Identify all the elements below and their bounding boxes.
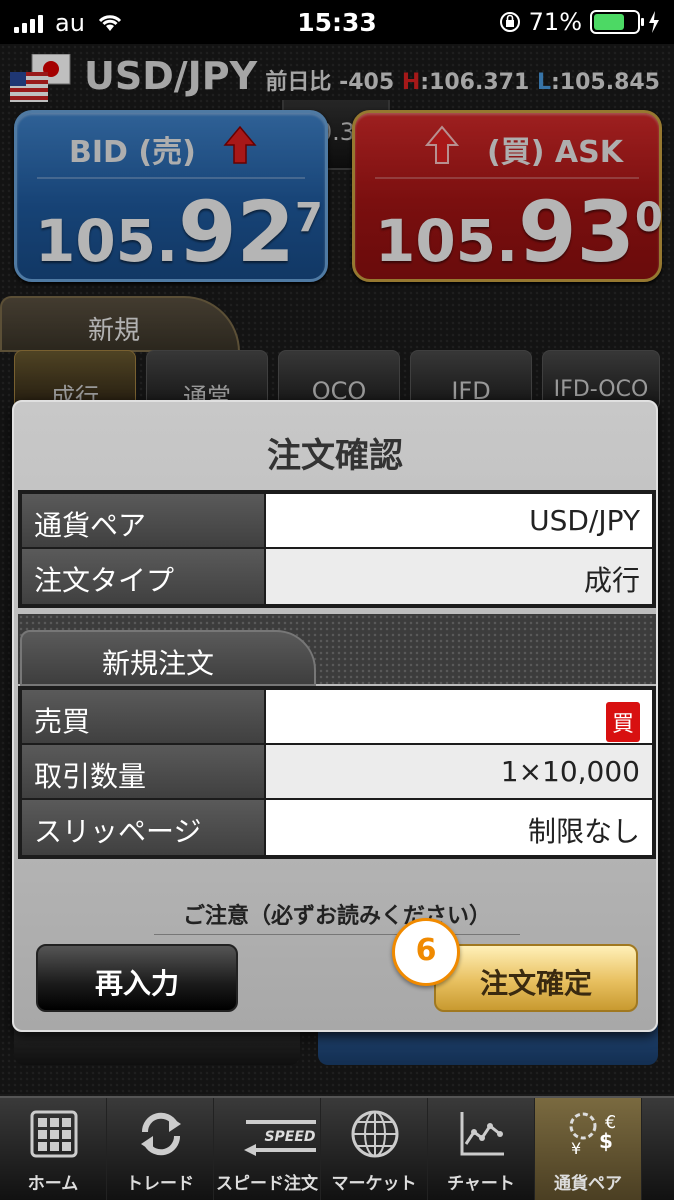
buy-badge: 買 — [605, 702, 640, 742]
row-value: 1×10,000 — [266, 745, 652, 798]
order-confirm-dialog: 注文確認 通貨ペア USD/JPY 注文タイプ 成行 新規注文 売買 買 取引数… — [12, 400, 658, 1032]
new-order-section-tab: 新規注文 — [20, 630, 316, 686]
svg-text:$: $ — [599, 1129, 613, 1153]
table-row: スリッページ 制限なし — [22, 800, 652, 855]
table-row: 取引数量 1×10,000 — [22, 745, 652, 800]
rotation-lock-icon — [499, 12, 520, 32]
battery-percent: 71% — [528, 8, 582, 36]
tab-label: ホーム — [27, 1174, 79, 1194]
charging-icon — [649, 11, 659, 33]
tab-label: トレード — [126, 1174, 194, 1194]
table-row: 通貨ペア USD/JPY — [22, 494, 652, 549]
row-label: 取引数量 — [22, 745, 266, 798]
row-label: 注文タイプ — [22, 549, 266, 604]
svg-text:SPEED: SPEED — [264, 1129, 315, 1145]
order-info-table: 通貨ペア USD/JPY 注文タイプ 成行 — [18, 490, 656, 608]
row-value: 買 — [266, 690, 652, 743]
refresh-arrows-icon — [141, 1112, 181, 1156]
table-row: 注文タイプ 成行 — [22, 549, 652, 604]
tab-label: チャート — [447, 1174, 515, 1194]
row-value: 制限なし — [266, 800, 652, 855]
table-row: 売買 買 — [22, 690, 652, 745]
tab-trade[interactable]: トレード — [107, 1098, 214, 1200]
status-bar: au 15:33 71% — [0, 0, 674, 44]
row-label: 通貨ペア — [22, 494, 266, 547]
notice-link[interactable]: ご注意（必ずお読みください） — [154, 898, 520, 935]
chart-icon — [460, 1112, 504, 1156]
tab-chart[interactable]: チャート — [428, 1098, 535, 1200]
svg-text:¥: ¥ — [571, 1139, 581, 1158]
reenter-button[interactable]: 再入力 — [36, 944, 238, 1012]
row-value: 成行 — [266, 549, 652, 604]
dialog-title: 注文確認 — [267, 436, 403, 476]
battery-icon — [590, 10, 644, 34]
tab-label: 通貨ペア — [554, 1174, 622, 1194]
tab-home[interactable]: ホーム — [0, 1098, 107, 1200]
tab-label: マーケット — [331, 1174, 417, 1194]
order-detail-table: 売買 買 取引数量 1×10,000 スリッページ 制限なし — [18, 686, 656, 859]
step-number-badge: 6 — [392, 918, 460, 986]
tab-market[interactable]: マーケット — [321, 1098, 428, 1200]
speed-icon: SPEED — [244, 1120, 316, 1156]
tab-speed-order[interactable]: SPEED スピード注文 — [214, 1098, 321, 1200]
tab-label: スピード注文 — [216, 1174, 318, 1194]
grid-icon — [30, 1110, 78, 1158]
confirm-order-button[interactable]: 注文確定 — [434, 944, 638, 1012]
tab-currency-pair[interactable]: € $ ¥ 通貨ペア — [535, 1098, 642, 1200]
bottom-tab-bar: ホーム トレード SPEED スピード注文 マーケット チャート € $ ¥ 通… — [0, 1096, 674, 1200]
row-value: USD/JPY — [266, 494, 652, 547]
row-label: 売買 — [22, 690, 266, 743]
currency-gear-icon: € $ ¥ — [569, 1112, 615, 1158]
globe-icon — [351, 1110, 399, 1158]
row-label: スリッページ — [22, 800, 266, 855]
